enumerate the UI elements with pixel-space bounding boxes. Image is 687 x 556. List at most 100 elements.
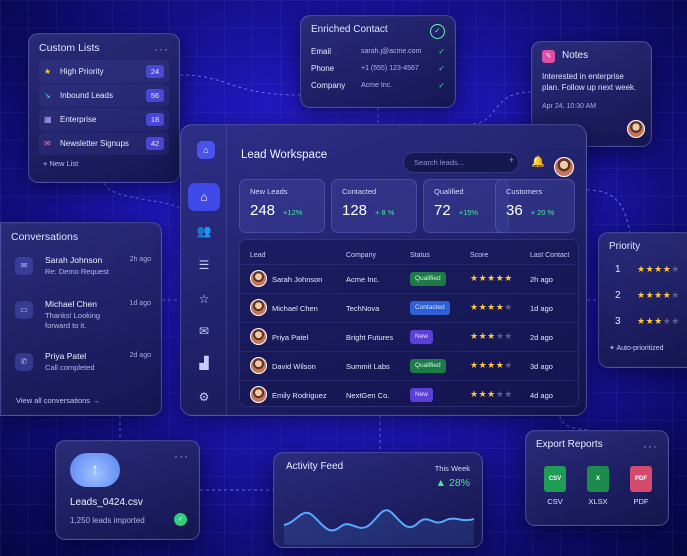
field-value: Acme Inc. bbox=[361, 82, 393, 89]
export-pdf-button[interactable]: PDF PDF bbox=[626, 466, 656, 506]
column-header: Last Contact bbox=[530, 252, 570, 259]
column-header: Score bbox=[470, 252, 489, 259]
stat-new-leads: New Leads 248 +12% bbox=[239, 179, 325, 233]
nav-chart-icon[interactable]: ▟ bbox=[188, 349, 220, 377]
lead-name: Priya Patel bbox=[272, 333, 309, 342]
priority-card: Priority 1 ★★★★★ 2 ★★★★★ 3 ★★★★★ ✦ Auto-… bbox=[598, 232, 687, 368]
stat-change: +12% bbox=[283, 208, 303, 217]
last-contact: 3d ago bbox=[530, 362, 553, 371]
list-item-count: 56 bbox=[146, 89, 164, 102]
check-icon: ✓ bbox=[438, 64, 445, 73]
view-all-conversations-link[interactable]: View all conversations → bbox=[16, 396, 100, 405]
list-item-newsletter-signups[interactable]: ✉ Newsletter Signups 42 bbox=[39, 132, 169, 155]
field-value: sarah.j@acme.com bbox=[361, 48, 422, 55]
export-xlsx-button[interactable]: X XLSX bbox=[583, 466, 613, 506]
last-contact: 1d ago bbox=[530, 304, 553, 313]
nav-list-icon[interactable]: ☰ bbox=[188, 251, 220, 279]
status-badge: Qualified bbox=[410, 272, 446, 286]
auto-prioritized-text: Auto-prioritized bbox=[616, 345, 664, 352]
nav-mail-icon[interactable]: ✉ bbox=[188, 317, 220, 345]
phone-icon: ✆ bbox=[15, 353, 33, 371]
list-item-count: 42 bbox=[146, 137, 164, 150]
more-icon[interactable]: ··· bbox=[154, 42, 169, 56]
export-csv-button[interactable]: CSV CSV bbox=[540, 466, 570, 506]
priority-rank: 2 bbox=[615, 290, 621, 301]
new-list-button[interactable]: + New List bbox=[39, 159, 169, 168]
field-label: Email bbox=[311, 47, 332, 56]
conversation-item[interactable]: ✉ Sarah Johnson Re: Demo Request 2h ago bbox=[11, 253, 151, 297]
table-row[interactable]: David Wilson Summit Labs Qualified ★★★★★ 3d … bbox=[240, 351, 578, 380]
conversation-message: Re: Demo Request bbox=[45, 267, 109, 276]
priority-row: 1 ★★★★★ bbox=[609, 262, 687, 288]
building-icon: ▦ bbox=[44, 115, 52, 124]
stat-value: 248 bbox=[250, 202, 276, 219]
file-name: Leads_0424.csv bbox=[70, 497, 143, 508]
priority-title: Priority bbox=[609, 241, 641, 252]
priority-rank: 3 bbox=[615, 316, 621, 327]
mail-icon: ✉ bbox=[44, 139, 51, 148]
conversation-item[interactable]: ▭ Michael Chen Thanks! Looking forward t… bbox=[11, 297, 151, 341]
star-rating: ★★★★★ bbox=[637, 316, 680, 326]
lead-avatar bbox=[250, 328, 267, 345]
stat-label: New Leads bbox=[250, 187, 288, 196]
column-header: Status bbox=[410, 252, 430, 259]
lead-name: Sarah Johnson bbox=[272, 275, 323, 284]
stat-label: Contacted bbox=[342, 187, 377, 196]
activity-sparkline bbox=[284, 509, 474, 545]
table-row[interactable]: Michael Chen TechNova Contacted ★★★★★ 1d ago bbox=[240, 293, 578, 322]
search-input[interactable] bbox=[403, 152, 519, 173]
side-nav: ⌂ ⌂ 👥 ☰ ☆ ✉ ▟ ⚙ bbox=[181, 125, 227, 415]
lead-company: TechNova bbox=[346, 304, 380, 313]
score-stars: ★★★★★ bbox=[470, 389, 513, 399]
page-title: Lead Workspace bbox=[241, 149, 328, 161]
lead-workspace-window: ⌂ ⌂ 👥 ☰ ☆ ✉ ▟ ⚙ Lead Workspace + 🔔 New L… bbox=[180, 124, 587, 416]
export-label: PDF bbox=[633, 497, 649, 506]
contact-row-phone: Phone +1 (555) 123-4567 ✓ bbox=[311, 60, 445, 77]
nav-star-icon[interactable]: ☆ bbox=[188, 285, 220, 313]
conversation-item[interactable]: ✆ Priya Patel Call completed 2d ago bbox=[11, 349, 151, 393]
last-contact: 2h ago bbox=[530, 275, 553, 284]
list-item-high-priority[interactable]: ★ High Priority 24 bbox=[39, 60, 169, 83]
lead-company: NextGen Co. bbox=[346, 391, 390, 400]
stat-label: Qualified bbox=[434, 187, 464, 196]
table-row[interactable]: Sarah Johnson Acme Inc. Qualified ★★★★★ 2h a… bbox=[240, 264, 578, 293]
priority-row: 3 ★★★★★ bbox=[609, 314, 687, 340]
score-stars: ★★★★★ bbox=[470, 331, 513, 341]
note-text: Interested in enterprise plan. Follow up… bbox=[542, 72, 637, 92]
enriched-contact-card: Enriched Contact ✓ Email sarah.j@acme.co… bbox=[300, 15, 456, 108]
star-icon: ★ bbox=[44, 67, 52, 76]
stat-value: 72 bbox=[434, 202, 451, 219]
chat-icon: ▭ bbox=[15, 301, 33, 319]
auto-prioritized-label: ✦ Auto-prioritized bbox=[609, 344, 687, 352]
bell-icon[interactable]: 🔔 bbox=[531, 155, 545, 168]
lead-avatar bbox=[250, 299, 267, 316]
field-label: Phone bbox=[311, 64, 335, 73]
table-row[interactable]: Emily Rodriguez NextGen Co. New ★★★★★ 4d ago bbox=[240, 380, 578, 409]
nav-settings-icon[interactable]: ⚙ bbox=[188, 383, 220, 411]
more-icon[interactable]: ··· bbox=[643, 439, 658, 453]
home-logo-icon[interactable]: ⌂ bbox=[197, 141, 215, 159]
list-item-label: Enterprise bbox=[60, 115, 97, 124]
more-icon[interactable]: ··· bbox=[174, 449, 189, 463]
field-value: +1 (555) 123-4567 bbox=[361, 65, 419, 72]
table-row[interactable]: Priya Patel Bright Futures New ★★★★★ 2d ago bbox=[240, 322, 578, 351]
export-label: CSV bbox=[547, 497, 563, 506]
list-item-inbound-leads[interactable]: ↘ Inbound Leads 56 bbox=[39, 84, 169, 107]
verified-check-icon: ✓ bbox=[430, 24, 445, 39]
export-reports-title: Export Reports bbox=[536, 439, 603, 450]
score-stars: ★★★★★ bbox=[470, 302, 513, 312]
search-action-icon[interactable]: + bbox=[509, 155, 514, 165]
column-header: Lead bbox=[250, 252, 266, 259]
user-avatar[interactable] bbox=[554, 157, 574, 177]
nav-home-icon[interactable]: ⌂ bbox=[188, 183, 220, 211]
conversation-name: Sarah Johnson bbox=[45, 255, 103, 265]
arrow-in-icon: ↘ bbox=[44, 91, 51, 100]
check-icon: ✓ bbox=[438, 81, 445, 90]
file-subtitle: 1,250 leads imported bbox=[70, 516, 145, 525]
lead-name: Michael Chen bbox=[272, 304, 318, 313]
list-item-enterprise[interactable]: ▦ Enterprise 18 bbox=[39, 108, 169, 131]
conversations-title: Conversations bbox=[11, 231, 79, 243]
lead-avatar bbox=[250, 357, 267, 374]
activity-change: ▲ 28% bbox=[435, 477, 470, 489]
nav-contacts-icon[interactable]: 👥 bbox=[188, 217, 220, 245]
